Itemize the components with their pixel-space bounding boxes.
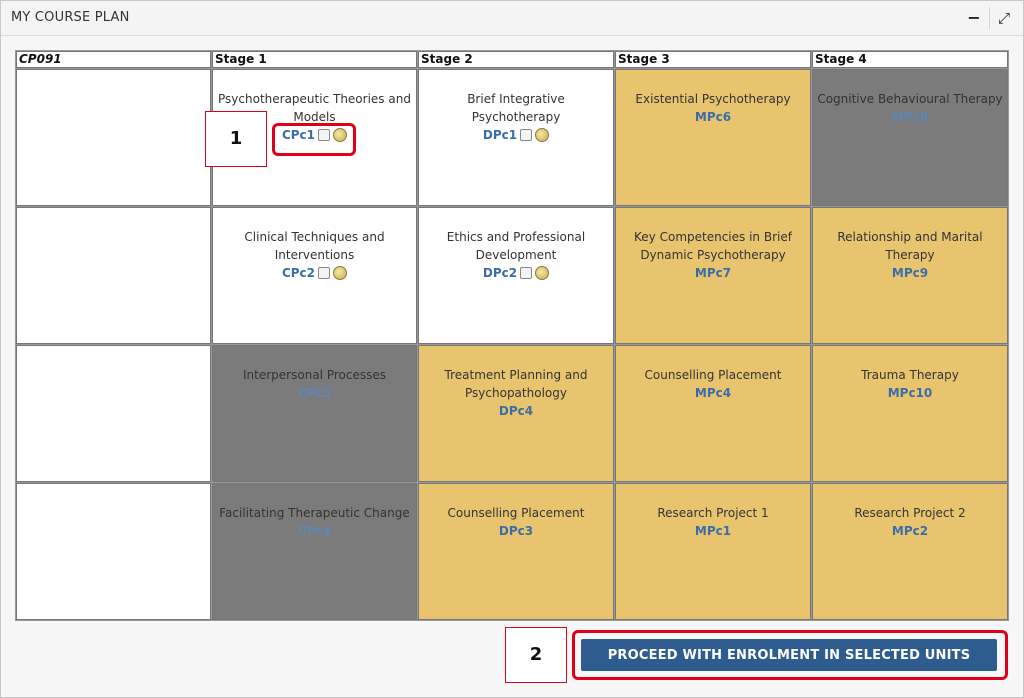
unit-cell-mpc7: Key Competencies in Brief Dynamic Psycho…: [615, 207, 811, 344]
highlight-cpc1-select: [272, 123, 356, 156]
unit-name: Clinical Techniques and Interventions: [244, 230, 385, 262]
panel-content: CP091 Stage 1 Stage 2 Stage 3 Stage 4 Ps…: [1, 36, 1023, 697]
unit-cell-dpc1: Brief Integrative Psychotherapy DPc1: [418, 69, 614, 206]
unit-code-line: DPc4: [499, 402, 533, 420]
unit-code-link[interactable]: MPc7: [695, 264, 731, 282]
unit-cell-mpc2: Research Project 2 MPc2: [812, 483, 1008, 620]
panel-title: MY COURSE PLAN: [11, 10, 130, 25]
unit-code-link[interactable]: DPc1: [483, 126, 517, 144]
unit-name: Treatment Planning and Psychopathology: [444, 368, 588, 400]
unit-code-line: DPc2: [483, 264, 550, 282]
unit-name: Research Project 2: [854, 506, 966, 520]
info-icon[interactable]: [535, 128, 550, 142]
unit-code-link[interactable]: DPc3: [499, 522, 533, 540]
unit-cell-mpc9: Relationship and Marital Therapy MPc9: [812, 207, 1008, 344]
header-stage-4: Stage 4: [812, 51, 1008, 68]
unit-code-line: MPc1: [695, 522, 731, 540]
unit-name: Relationship and Marital Therapy: [837, 230, 983, 262]
panel-titlebar: MY COURSE PLAN − ⤢: [1, 1, 1023, 36]
info-icon[interactable]: [535, 266, 550, 280]
unit-cell-dpc4: Treatment Planning and Psychopathology DP…: [418, 345, 614, 482]
unit-cell-mpc6: Existential Psychotherapy MPc6: [615, 69, 811, 206]
unit-name: Counselling Placement: [644, 368, 782, 382]
unit-name: Interpersonal Processes: [243, 368, 386, 382]
row-label-cell: [16, 483, 211, 620]
header-stage-3: Stage 3: [615, 51, 811, 68]
unit-code-line: CPc2: [282, 264, 348, 282]
unit-code-link[interactable]: MPc2: [892, 522, 928, 540]
unit-code-link[interactable]: DPc2: [483, 264, 517, 282]
row-label-cell: [16, 345, 211, 482]
course-plan-panel: MY COURSE PLAN − ⤢ CP091 Stage 1 Stage 2…: [0, 0, 1024, 698]
header-stage-2: Stage 2: [418, 51, 614, 68]
unit-code-line: DPc1: [483, 126, 550, 144]
unit-cell-dpc3: Counselling Placement DPc3: [418, 483, 614, 620]
unit-code-link[interactable]: CPc3: [298, 384, 331, 402]
unit-code-line: MPc9: [892, 264, 928, 282]
maximize-icon[interactable]: ⤢: [993, 7, 1015, 29]
unit-name: Trauma Therapy: [861, 368, 959, 382]
unit-cell-cpc2: Clinical Techniques and Interventions CPc…: [212, 207, 417, 344]
unit-code-link[interactable]: MPc4: [695, 384, 731, 402]
unit-code-line: MPc10: [888, 384, 933, 402]
unit-cell-cpc4: Facilitating Therapeutic Change CPc4: [212, 483, 417, 620]
unit-code-line: MPc6: [695, 108, 731, 126]
unit-code-line: MPc2: [892, 522, 928, 540]
unit-cell-dpc2: Ethics and Professional Development DPc2: [418, 207, 614, 344]
course-grid: CP091 Stage 1 Stage 2 Stage 3 Stage 4 Ps…: [15, 50, 1009, 621]
unit-cell-mpc1: Research Project 1 MPc1: [615, 483, 811, 620]
header-stage-1: Stage 1: [212, 51, 417, 68]
unit-code-link[interactable]: MPc6: [695, 108, 731, 126]
unit-name: Facilitating Therapeutic Change: [219, 506, 410, 520]
unit-cell-mpc10: Trauma Therapy MPc10: [812, 345, 1008, 482]
row-label-cell: [16, 207, 211, 344]
unit-cell-mpc4: Counselling Placement MPc4: [615, 345, 811, 482]
unit-code-link[interactable]: MPc1: [695, 522, 731, 540]
unit-name: Counselling Placement: [447, 506, 585, 520]
unit-name: Existential Psychotherapy: [635, 92, 791, 106]
unit-name: Cognitive Behavioural Therapy: [817, 92, 1003, 106]
minimize-icon[interactable]: −: [963, 7, 985, 29]
unit-select-checkbox[interactable]: [520, 129, 533, 141]
titlebar-divider: [989, 7, 990, 29]
unit-code-line: MPc8: [892, 108, 928, 126]
unit-name: Brief Integrative Psychotherapy: [467, 92, 565, 124]
unit-name: Key Competencies in Brief Dynamic Psycho…: [634, 230, 792, 262]
header-program-code: CP091: [16, 51, 211, 68]
row-label-cell: [16, 69, 211, 206]
unit-code-line: MPc7: [695, 264, 731, 282]
highlight-proceed-button: [572, 630, 1008, 680]
unit-code-link[interactable]: CPc4: [298, 522, 331, 540]
unit-name: Ethics and Professional Development: [446, 230, 586, 262]
unit-cell-cpc3: Interpersonal Processes CPc3: [212, 345, 417, 482]
callout-2: 2: [505, 627, 567, 683]
unit-code-line: CPc4: [298, 522, 331, 540]
unit-cell-mpc8: Cognitive Behavioural Therapy MPc8: [812, 69, 1008, 206]
unit-code-link[interactable]: DPc4: [499, 402, 533, 420]
unit-select-checkbox[interactable]: [318, 267, 331, 279]
info-icon[interactable]: [333, 266, 348, 280]
unit-code-link[interactable]: MPc8: [892, 108, 928, 126]
unit-code-link[interactable]: CPc2: [282, 264, 315, 282]
unit-code-link[interactable]: MPc10: [888, 384, 933, 402]
unit-code-line: DPc3: [499, 522, 533, 540]
unit-code-line: CPc3: [298, 384, 331, 402]
unit-select-checkbox[interactable]: [520, 267, 533, 279]
unit-name: Research Project 1: [657, 506, 769, 520]
callout-1: 1: [205, 111, 267, 167]
unit-code-link[interactable]: MPc9: [892, 264, 928, 282]
unit-code-line: MPc4: [695, 384, 731, 402]
